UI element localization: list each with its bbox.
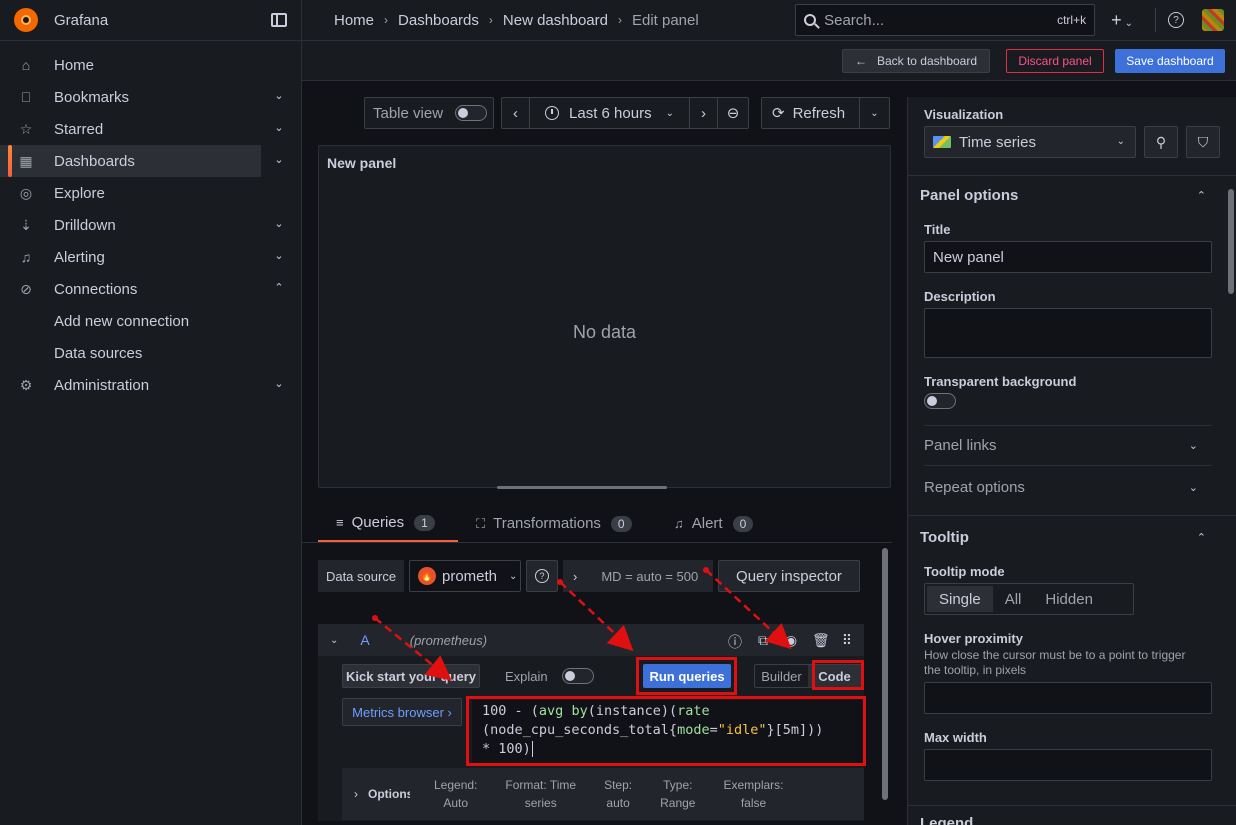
visualization-picker[interactable]: Time series ⌄ [924,126,1136,158]
search-options-button[interactable]: ⚲ [1144,126,1178,158]
panel-options-pane: Visualization Time series ⌄ ⚲ ⛉ Panel op… [907,97,1236,825]
hover-proximity-input[interactable] [924,682,1212,714]
title-label: Title [924,222,951,237]
divider [908,515,1236,516]
max-width-input[interactable] [924,749,1212,781]
options-scrollbar[interactable] [1228,189,1234,294]
panel-options-header[interactable]: Panel options [920,187,1018,204]
tooltip-mode-hidden[interactable]: Hidden [1033,586,1105,612]
filter-options-button[interactable]: ⛉ [1186,126,1220,158]
chevron-down-icon: ⌄ [1116,136,1125,147]
transparent-background-label: Transparent background [924,374,1077,389]
title-input[interactable]: New panel [924,241,1212,273]
tooltip-header[interactable]: Tooltip [920,529,969,546]
description-label: Description [924,289,996,304]
max-width-label: Max width [924,730,987,745]
chevron-down-icon: ⌄ [1188,482,1198,494]
visualization-label: Visualization [924,107,1004,122]
search-icon: ⚲ [1155,133,1167,150]
legend-header[interactable]: Legend [920,815,973,825]
divider [908,175,1236,176]
chevron-down-icon: ⌄ [1188,440,1198,452]
panel-links-section[interactable]: Panel links ⌄ [924,425,1212,466]
arrow-to-run-queries [559,581,634,652]
transparent-background-switch[interactable] [924,393,956,409]
arrow-to-kick-start [374,617,452,681]
grafana-edit-panel: Grafana ⌂ Home ⎕ Bookmarks ⌄ ☆ Starred ⌄ ▦ Das… [0,0,1236,825]
repeat-options-section[interactable]: Repeat options ⌄ [924,467,1212,508]
tooltip-mode-radio-group: Single All Hidden [924,583,1134,615]
time-series-icon [933,136,951,148]
divider [908,805,1236,806]
arrow-to-eye-icon [705,569,792,650]
description-textarea[interactable] [924,308,1212,358]
chevron-up-icon[interactable]: ⌃ [1197,531,1206,544]
tooltip-mode-label: Tooltip mode [924,564,1005,579]
filter-icon: ⛉ [1197,133,1209,150]
hover-proximity-label: Hover proximity [924,631,1023,646]
tooltip-mode-all[interactable]: All [993,586,1034,612]
chevron-up-icon[interactable]: ⌃ [1197,189,1206,202]
hover-proximity-description: How close the cursor must be to a point … [924,648,1186,677]
tooltip-mode-single[interactable]: Single [927,586,993,612]
